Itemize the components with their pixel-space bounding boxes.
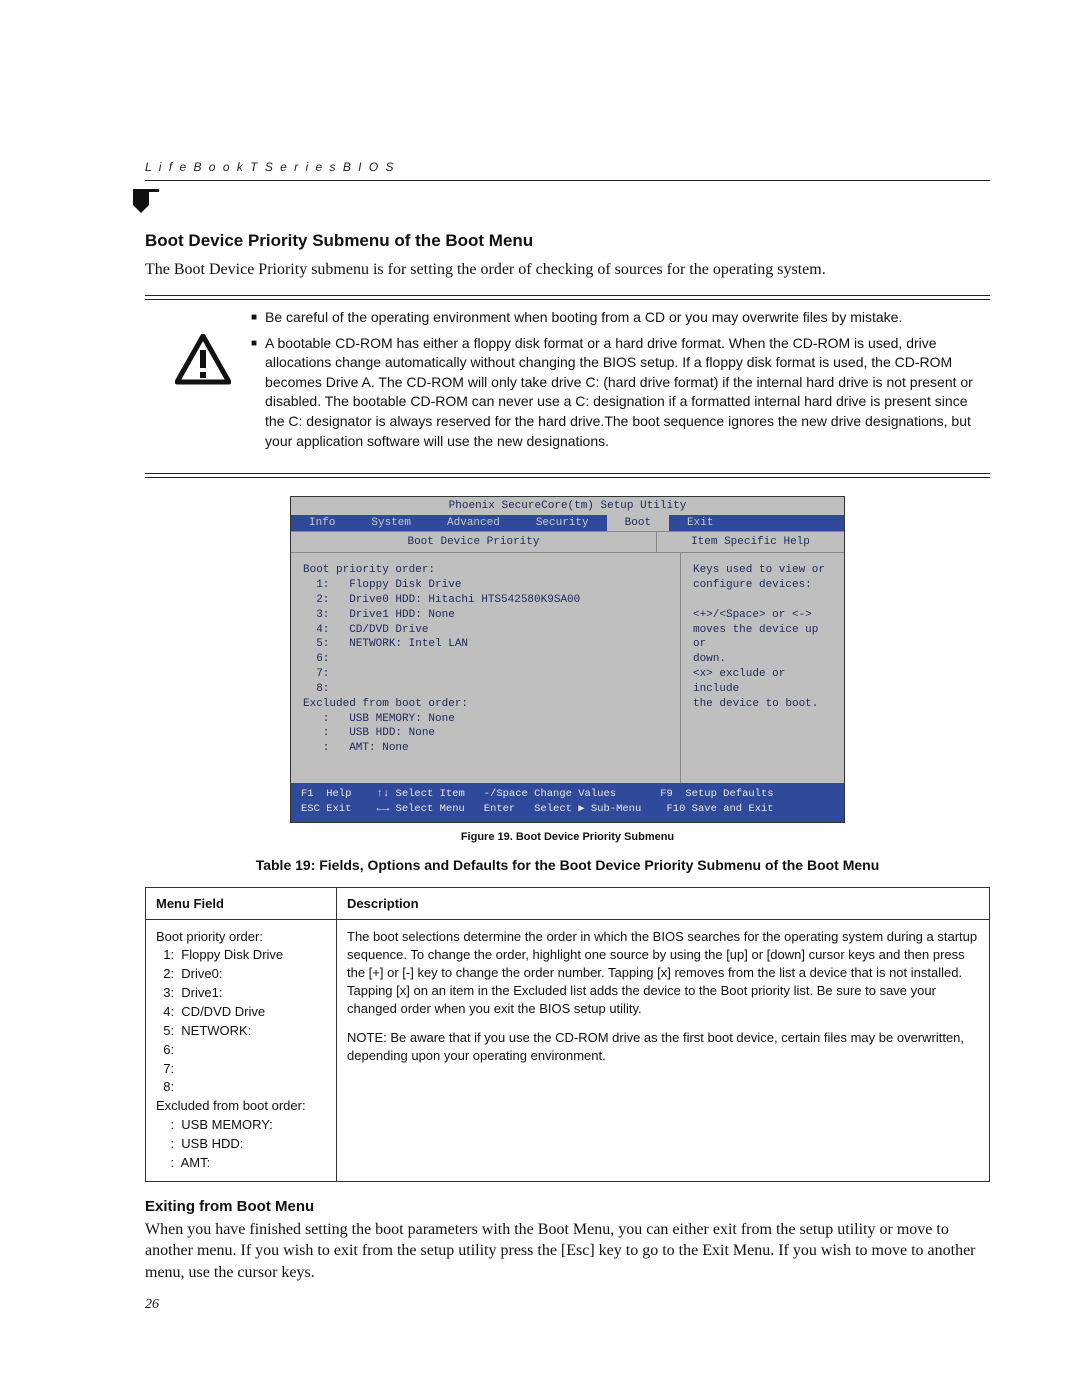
flag-icon [133, 189, 159, 217]
divider-top [145, 295, 990, 296]
bios-title: Phoenix SecureCore(tm) Setup Utility [291, 497, 844, 515]
td-description: The boot selections determine the order … [337, 919, 990, 1181]
warning-text: A bootable CD-ROM has either a floppy di… [265, 334, 990, 452]
warning-item: ■ Be careful of the operating environmen… [251, 308, 990, 328]
th-menu-field: Menu Field [146, 887, 337, 919]
bios-tab-boot: Boot [607, 515, 669, 531]
section-title: Boot Device Priority Submenu of the Boot… [145, 231, 990, 251]
exit-body: When you have finished setting the boot … [145, 1219, 990, 1284]
page-number: 26 [145, 1297, 990, 1313]
section-intro: The Boot Device Priority submenu is for … [145, 259, 990, 281]
bios-tab-security: Security [518, 515, 607, 531]
bios-screenshot: Phoenix SecureCore(tm) Setup Utility Inf… [290, 496, 845, 822]
bios-footer: F1 Help ↑↓ Select Item -/Space Change Va… [291, 783, 844, 821]
td-menu-field: Boot priority order: 1: Floppy Disk Driv… [146, 919, 337, 1181]
page: L i f e B o o k T S e r i e s B I O S Bo… [0, 0, 1080, 1397]
bios-tab-exit: Exit [669, 515, 731, 531]
bios-tabs: Info System Advanced Security Boot Exit [291, 515, 844, 531]
table-caption: Table 19: Fields, Options and Defaults f… [145, 857, 990, 873]
bios-panel-title-right: Item Specific Help [657, 532, 844, 552]
warning-icon [175, 334, 231, 392]
bullet-icon: ■ [251, 334, 257, 452]
figure-caption: Figure 19. Boot Device Priority Submenu [145, 831, 990, 843]
divider-bottom [145, 473, 990, 474]
bios-boot-order: Boot priority order: 1: Floppy Disk Driv… [291, 553, 681, 783]
th-description: Description [337, 887, 990, 919]
warning-item: ■ A bootable CD-ROM has either a floppy … [251, 334, 990, 452]
bios-tab-advanced: Advanced [429, 515, 518, 531]
bios-help-text: Keys used to view or configure devices: … [681, 553, 844, 783]
exit-heading: Exiting from Boot Menu [145, 1198, 990, 1215]
warning-text: Be careful of the operating environment … [265, 308, 902, 328]
bullet-icon: ■ [251, 308, 257, 328]
bios-panel-title-left: Boot Device Priority [291, 532, 657, 552]
fields-table: Menu Field Description Boot priority ord… [145, 887, 990, 1182]
running-header: L i f e B o o k T S e r i e s B I O S [145, 160, 990, 181]
table-row: Boot priority order: 1: Floppy Disk Driv… [146, 919, 990, 1181]
bios-tab-info: Info [291, 515, 353, 531]
bios-tab-system: System [353, 515, 429, 531]
warning-block: ■ Be careful of the operating environmen… [145, 300, 990, 466]
